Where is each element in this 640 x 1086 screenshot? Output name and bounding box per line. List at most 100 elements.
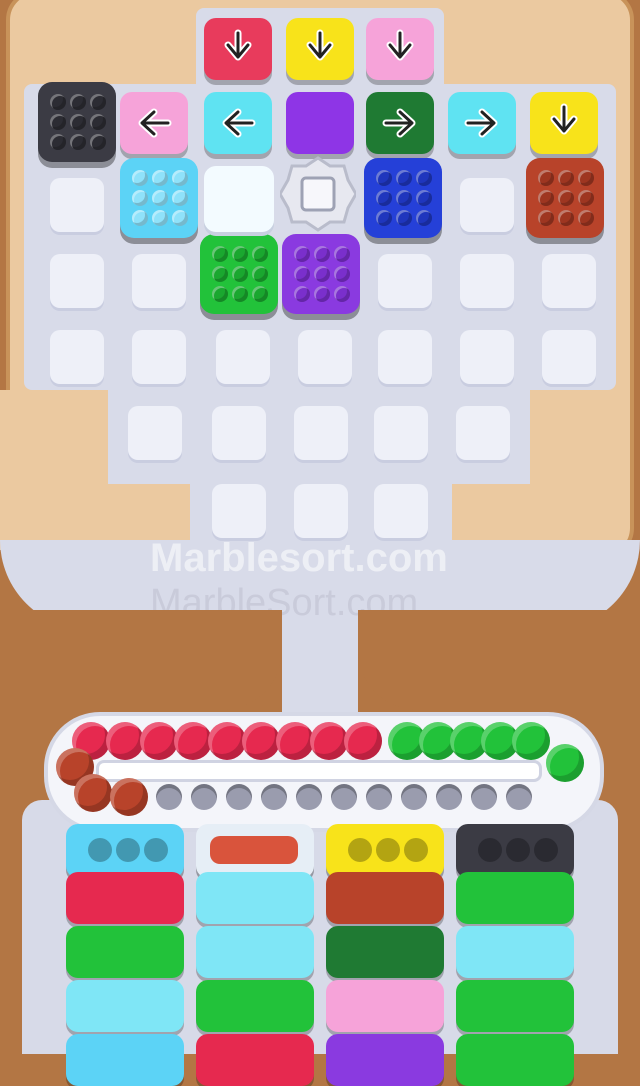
board-slot[interactable] (460, 178, 514, 232)
bin-slot[interactable] (326, 872, 444, 924)
board-slot[interactable] (294, 484, 348, 538)
board-slot[interactable] (216, 330, 270, 384)
arrow-tile-down[interactable] (366, 18, 434, 80)
bin-slot-top[interactable] (196, 824, 314, 878)
marble-dot (50, 94, 66, 110)
board-slot[interactable] (128, 406, 182, 460)
arrow-tile-down[interactable] (530, 92, 598, 154)
board-slot[interactable] (460, 330, 514, 384)
marble-dot (558, 170, 574, 186)
bin-hole (348, 838, 372, 862)
marble (106, 722, 144, 760)
board-slot[interactable] (378, 254, 432, 308)
bin-slot[interactable] (326, 980, 444, 1032)
board-slot[interactable] (374, 406, 428, 460)
board-slot[interactable] (460, 254, 514, 308)
marble-dot (152, 210, 168, 226)
marble-dot (152, 190, 168, 206)
empty-slot-highlight[interactable] (204, 166, 274, 232)
bin-slot[interactable] (196, 980, 314, 1032)
bin-slot-top[interactable] (456, 824, 574, 878)
marble-dot (212, 286, 228, 302)
marble-dot (132, 190, 148, 206)
arrow-tile-right[interactable] (448, 92, 516, 154)
bin-slot[interactable] (66, 926, 184, 978)
marble-dot (70, 114, 86, 130)
marble (546, 744, 584, 782)
bin-hole (506, 838, 530, 862)
board-slot[interactable] (542, 330, 596, 384)
bin-slot[interactable] (196, 872, 314, 924)
marble-dot (172, 170, 188, 186)
marble-dot (294, 246, 310, 262)
board-slot[interactable] (50, 254, 104, 308)
board-slot[interactable] (212, 484, 266, 538)
arrow-down-icon (386, 29, 414, 61)
board-slot[interactable] (298, 330, 352, 384)
arrow-tile-none[interactable] (286, 92, 354, 154)
marble-dot (132, 170, 148, 186)
arrow-down-icon (224, 29, 252, 61)
bin-slot[interactable] (456, 1034, 574, 1086)
arrow-tile-left[interactable] (120, 92, 188, 154)
board-slot[interactable] (50, 178, 104, 232)
marble-dot (538, 210, 554, 226)
purple-box[interactable] (282, 234, 360, 314)
light-blue-box[interactable] (120, 158, 198, 238)
board-slot[interactable] (294, 406, 348, 460)
marble-dot (252, 246, 268, 262)
bin-slot[interactable] (66, 980, 184, 1032)
bin-slot[interactable] (456, 980, 574, 1032)
marble-dot (314, 286, 330, 302)
marble-dot (376, 210, 392, 226)
arrow-tile-down[interactable] (286, 18, 354, 80)
arrow-tile-down[interactable] (204, 18, 272, 80)
blue-box[interactable] (364, 158, 442, 238)
marble-dot (396, 210, 412, 226)
board-slot[interactable] (50, 330, 104, 384)
arrow-tile-left[interactable] (204, 92, 272, 154)
conveyor-hole (401, 784, 427, 810)
bin-slot[interactable] (196, 1034, 314, 1086)
watermark-primary: Marblesort.com (150, 536, 448, 580)
wood-lower-left (0, 610, 282, 710)
bin-slot[interactable] (456, 872, 574, 924)
marble-dot (50, 134, 66, 150)
bin-slot[interactable] (456, 926, 574, 978)
board-slot[interactable] (456, 406, 510, 460)
board-slot[interactable] (542, 254, 596, 308)
board-slot[interactable] (378, 330, 432, 384)
marble (276, 722, 314, 760)
green-box[interactable] (200, 234, 278, 314)
bin-slot-top[interactable] (66, 824, 184, 878)
gear-piece[interactable] (278, 156, 358, 232)
arrow-right-icon (464, 108, 498, 138)
marble-dot (376, 170, 392, 186)
bin-slot[interactable] (326, 926, 444, 978)
bin-slot-top[interactable] (326, 824, 444, 878)
marble-dot (578, 210, 594, 226)
marble-dot (334, 286, 350, 302)
bin-slot[interactable] (326, 1034, 444, 1086)
black-box[interactable] (38, 82, 116, 162)
board-slot[interactable] (212, 406, 266, 460)
arrow-right-icon (382, 108, 416, 138)
marble-dot (252, 286, 268, 302)
board-slot[interactable] (132, 330, 186, 384)
arrow-tile-right[interactable] (366, 92, 434, 154)
marble-dot (396, 190, 412, 206)
marble-dot (232, 246, 248, 262)
board-slot[interactable] (132, 254, 186, 308)
marble-dot (416, 170, 432, 186)
marble-dot (232, 266, 248, 282)
red-box[interactable] (526, 158, 604, 238)
bin-slot[interactable] (196, 926, 314, 978)
bin-slot[interactable] (66, 1034, 184, 1086)
marble-dot (538, 170, 554, 186)
marble (208, 722, 246, 760)
conveyor-hole (296, 784, 322, 810)
board-slot[interactable] (374, 484, 428, 538)
conveyor-hole (191, 784, 217, 810)
bin-slot[interactable] (66, 872, 184, 924)
conveyor-hole (156, 784, 182, 810)
